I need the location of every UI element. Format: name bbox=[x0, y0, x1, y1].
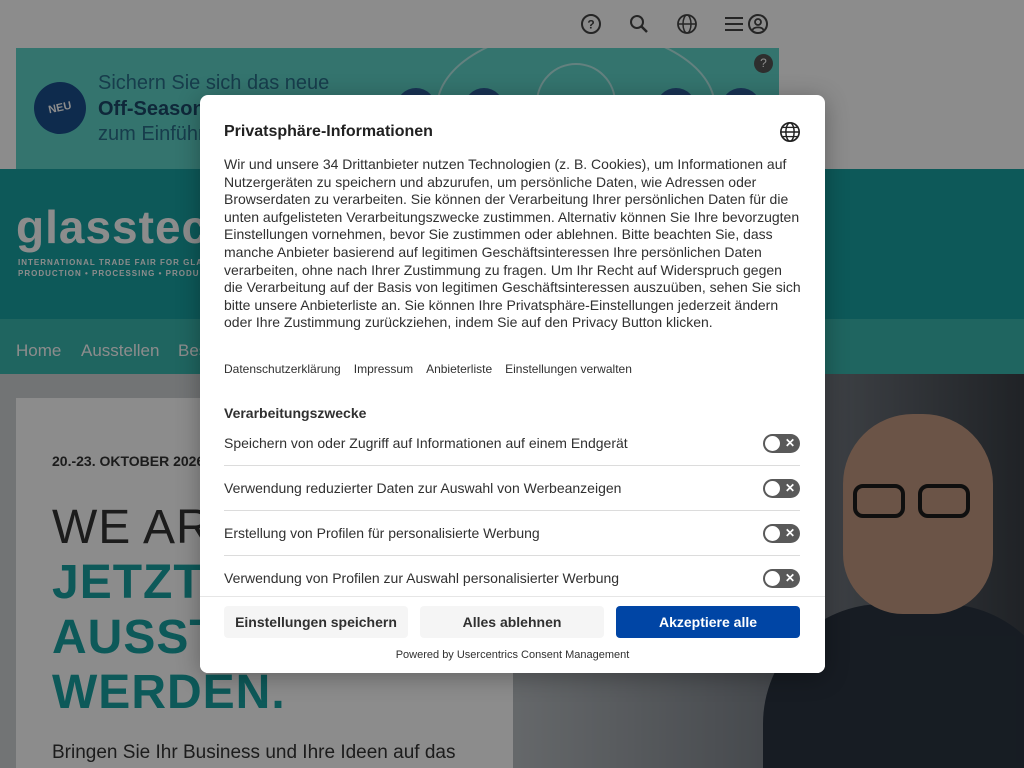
privacy-policy-link[interactable]: Datenschutzerklärung bbox=[224, 362, 341, 376]
consent-description: Wir und unsere 34 Drittanbieter nutzen T… bbox=[224, 156, 801, 331]
consent-dialog: Privatsphäre-Informationen Wir und unser… bbox=[200, 95, 825, 673]
purpose-label: Erstellung von Profilen für personalisie… bbox=[224, 525, 540, 541]
manage-settings-link[interactable]: Einstellungen verwalten bbox=[505, 362, 632, 376]
purpose-row: Erstellung von Profilen für personalisie… bbox=[224, 511, 800, 556]
purpose-toggle[interactable]: ✕ bbox=[763, 434, 800, 453]
toggle-off-icon: ✕ bbox=[784, 436, 795, 450]
toggle-knob bbox=[765, 436, 780, 451]
toggle-off-icon: ✕ bbox=[784, 526, 795, 540]
powered-by-text[interactable]: Powered by Usercentrics Consent Manageme… bbox=[200, 649, 825, 661]
purpose-label: Verwendung von Profilen zur Auswahl pers… bbox=[224, 570, 620, 586]
consent-title: Privatsphäre-Informationen bbox=[224, 123, 433, 140]
purpose-toggle[interactable]: ✕ bbox=[763, 479, 800, 498]
purpose-toggle[interactable]: ✕ bbox=[763, 569, 800, 588]
vendor-list-link[interactable]: Anbieterliste bbox=[426, 362, 492, 376]
accept-all-button[interactable]: Akzeptiere alle bbox=[616, 606, 800, 638]
toggle-knob bbox=[765, 481, 780, 496]
purpose-toggle[interactable]: ✕ bbox=[763, 524, 800, 543]
toggle-off-icon: ✕ bbox=[784, 481, 795, 495]
imprint-link[interactable]: Impressum bbox=[354, 362, 413, 376]
consent-footer: Einstellungen speichern Alles ablehnen A… bbox=[200, 596, 825, 673]
save-settings-button[interactable]: Einstellungen speichern bbox=[224, 606, 408, 638]
deny-all-button[interactable]: Alles ablehnen bbox=[420, 606, 604, 638]
purpose-label: Verwendung reduzierter Daten zur Auswahl… bbox=[224, 480, 622, 496]
language-globe-icon[interactable] bbox=[779, 121, 801, 143]
purposes-title: Verarbeitungszwecke bbox=[224, 405, 367, 421]
toggle-off-icon: ✕ bbox=[784, 571, 795, 585]
toggle-knob bbox=[765, 571, 780, 586]
purpose-row: Verwendung reduzierter Daten zur Auswahl… bbox=[224, 466, 800, 511]
purpose-row: Speichern von oder Zugriff auf Informati… bbox=[224, 421, 800, 466]
purpose-label: Speichern von oder Zugriff auf Informati… bbox=[224, 435, 628, 451]
toggle-knob bbox=[765, 526, 780, 541]
consent-links: Datenschutzerklärung Impressum Anbieterl… bbox=[224, 362, 632, 376]
purpose-row: Verwendung von Profilen zur Auswahl pers… bbox=[224, 556, 800, 601]
